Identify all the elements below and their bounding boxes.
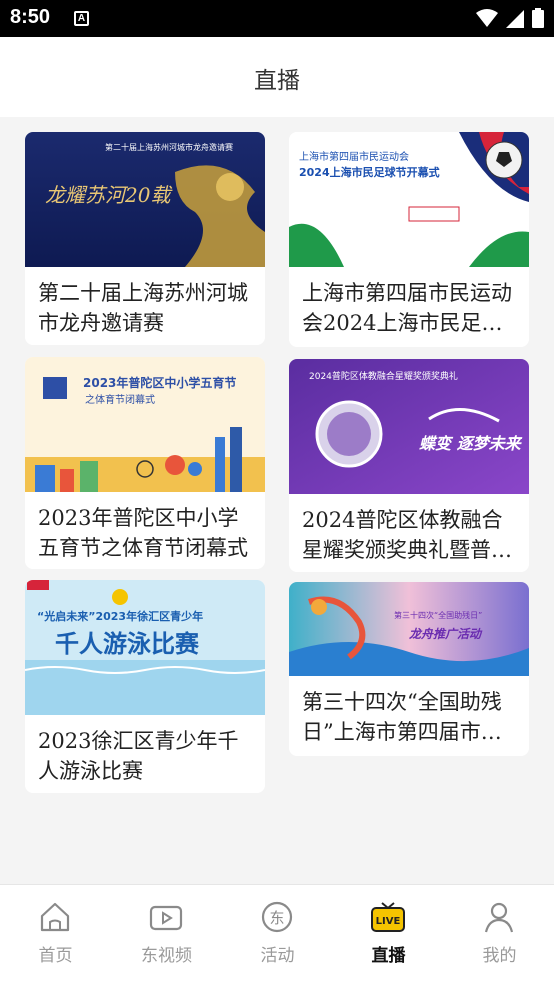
thumb-sub: 龙舟推广活动 xyxy=(408,627,483,641)
tab-profile[interactable]: 我的 xyxy=(444,885,554,984)
thumb-sub: 2024上海市民足球节开幕式 xyxy=(299,165,440,179)
notification-icon: A xyxy=(74,11,89,26)
thumb-sub: 蝶变 逐梦未来 xyxy=(419,434,523,453)
tab-activity[interactable]: 东 活动 xyxy=(222,885,333,984)
thumb-caption: “光启未来”2023年徐汇区青少年 xyxy=(37,609,203,623)
live-thumbnail: 龙耀苏河20载 第二十届上海苏州河城市龙舟邀请赛 xyxy=(25,132,265,267)
wifi-icon xyxy=(476,9,498,27)
card-title: 2023年普陀区中小学五育节之体育节闭幕式 xyxy=(38,506,248,560)
live-card[interactable]: 2023年普陀区中小学五育节 之体育节闭幕式 2023年普陀区中小学五育节之体育… xyxy=(25,357,265,569)
svg-text:LIVE: LIVE xyxy=(376,916,401,927)
card-title: 2023徐汇区青少年千人游泳比赛 xyxy=(38,729,239,783)
tab-label: 首页 xyxy=(38,946,73,966)
svg-text:东: 东 xyxy=(269,909,284,927)
home-icon xyxy=(40,902,70,932)
live-card[interactable]: 第三十四次“全国助残日” 龙舟推广活动 第三十四次“全国助残日”上海市第四届市民… xyxy=(289,582,529,756)
card-title-overflow xyxy=(302,343,521,347)
signal-icon xyxy=(506,10,524,28)
card-title: 第二十届上海苏州河城市龙舟邀请赛 xyxy=(38,281,248,335)
live-card[interactable]: “光启未来”2023年徐汇区青少年 千人游泳比赛 2023徐汇区青少年千人游泳比… xyxy=(25,580,265,793)
live-thumbnail: 第三十四次“全国助残日” 龙舟推广活动 xyxy=(289,582,529,676)
live-thumbnail: 蝶变 逐梦未来 2024普陀区体教融合星耀奖颁奖典礼 xyxy=(289,359,529,494)
tab-label: 东视频 xyxy=(141,946,192,966)
status-icons xyxy=(476,8,544,28)
card-title: 第三十四次“全国助残日”上海市第四届市民运动会龙舟推广活动 xyxy=(302,690,502,744)
tab-label: 我的 xyxy=(482,946,517,966)
thumb-caption: 第三十四次“全国助残日” xyxy=(394,610,482,620)
app-header: 直播 xyxy=(0,37,554,117)
thumb-sub: 千人游泳比赛 xyxy=(55,630,200,658)
status-time: 8:50 xyxy=(10,6,51,28)
page-title: 直播 xyxy=(254,68,300,94)
thumb-caption: 第二十届上海苏州河城市龙舟邀请赛 xyxy=(105,142,233,152)
live-thumbnail: “光启未来”2023年徐汇区青少年 千人游泳比赛 xyxy=(25,580,265,715)
live-card[interactable]: 龙耀苏河20载 第二十届上海苏州河城市龙舟邀请赛 第二十届上海苏州河城市龙舟邀请… xyxy=(25,132,265,345)
status-bar: 8:50 A xyxy=(0,0,554,37)
tab-label: 直播 xyxy=(371,946,406,966)
card-title-overflow xyxy=(38,565,257,569)
thumb-sub: 龙耀苏河20载 xyxy=(45,183,173,207)
tab-live[interactable]: LIVE 直播 xyxy=(333,885,444,984)
card-title-overflow xyxy=(302,568,521,572)
card-title: 上海市第四届市民运动会2024上海市民足球节开幕式 xyxy=(302,281,512,335)
thumb-caption: 2024普陀区体教融合星耀奖颁奖典礼 xyxy=(309,370,458,382)
activity-icon: 东 xyxy=(261,901,293,933)
bottom-tab-bar: 首页 东视频 东 活动 LIVE 直播 我的 xyxy=(0,884,554,984)
live-icon: LIVE xyxy=(371,902,405,932)
tab-label: 活动 xyxy=(260,946,295,966)
tab-home[interactable]: 首页 xyxy=(0,885,111,984)
thumb-sub: 之体育节闭幕式 xyxy=(85,393,155,406)
live-thumbnail: 2023年普陀区中小学五育节 之体育节闭幕式 xyxy=(25,357,265,492)
card-title: 2024普陀区体教融合星耀奖颁奖典礼暨普陀区青少年体育节开幕式 xyxy=(302,508,512,562)
tab-video[interactable]: 东视频 xyxy=(111,885,222,984)
live-card[interactable]: 蝶变 逐梦未来 2024普陀区体教融合星耀奖颁奖典礼 2024普陀区体教融合星耀… xyxy=(289,359,529,572)
thumb-caption: 上海市第四届市民运动会 xyxy=(299,150,409,163)
video-icon xyxy=(149,905,183,931)
thumb-caption: 2023年普陀区中小学五育节 xyxy=(83,375,236,390)
profile-icon xyxy=(484,902,514,933)
battery-icon xyxy=(532,8,544,28)
live-thumbnail: 上海市第四届市民运动会 2024上海市民足球节开幕式 xyxy=(289,132,529,267)
live-card[interactable]: 上海市第四届市民运动会 2024上海市民足球节开幕式 上海市第四届市民运动会20… xyxy=(289,132,529,347)
